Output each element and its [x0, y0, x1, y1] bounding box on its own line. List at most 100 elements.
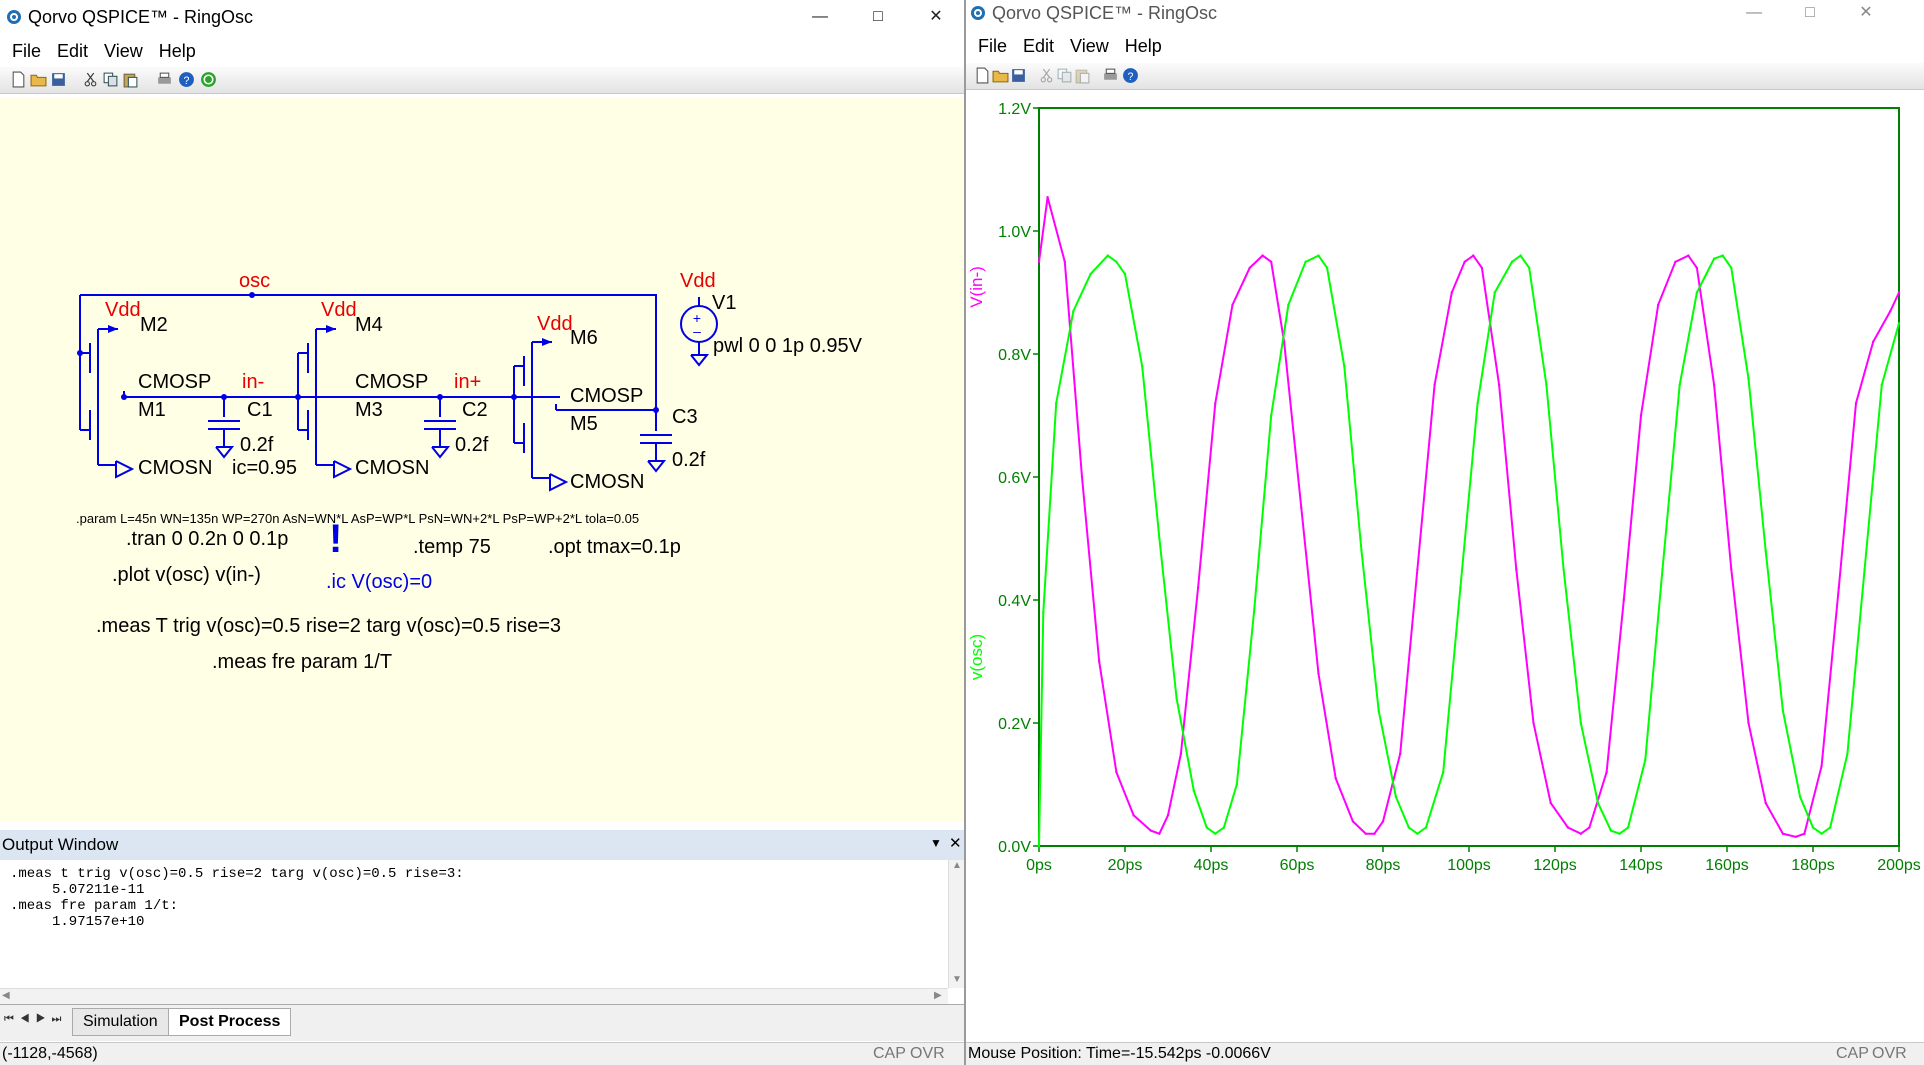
run-simulation-icon[interactable]: [200, 71, 217, 88]
maximize-button[interactable]: □: [850, 0, 906, 34]
series-point: [1300, 506, 1303, 509]
y-tick-label: 0.2V: [998, 716, 1031, 733]
output-horizontal-scrollbar[interactable]: ◀ ▶: [0, 988, 948, 1005]
menu-edit[interactable]: Edit: [49, 36, 96, 66]
series-point: [1872, 340, 1875, 343]
help-icon[interactable]: ?: [1122, 67, 1139, 84]
menu-help[interactable]: Help: [1117, 31, 1170, 61]
temp-directive: .temp 75: [413, 536, 491, 558]
scroll-up-icon[interactable]: ▲: [952, 860, 962, 871]
scroll-right-icon[interactable]: ▶: [934, 990, 942, 1001]
series-point: [1261, 254, 1264, 257]
cut-icon[interactable]: [82, 71, 99, 88]
series-point: [1179, 752, 1183, 755]
svg-text:?: ?: [184, 75, 190, 87]
print-icon[interactable]: [1102, 67, 1119, 84]
waveform-chart[interactable]: 0.0V 0.2V 0.4V 0.6V 0.8V 1.0V 1.2V 0ps 20ps 40ps 6…: [966, 97, 1924, 1042]
paste-icon[interactable]: [1074, 67, 1091, 84]
print-icon[interactable]: [156, 71, 173, 88]
series-point: [1678, 383, 1681, 386]
series-point: [1820, 764, 1823, 768]
open-folder-icon[interactable]: [30, 71, 47, 88]
series-point: [1343, 365, 1346, 368]
series-point: [1325, 266, 1329, 270]
copy-icon[interactable]: [102, 71, 119, 88]
caps-lock-indicator: CAP: [1836, 1045, 1869, 1062]
scroll-down-icon[interactable]: ▼: [952, 974, 962, 985]
ic-exclamation-icon: !: [329, 517, 343, 561]
waveform-plot-area[interactable]: 0.0V 0.2V 0.4V 0.6V 0.8V 1.0V 1.2V 0ps 20ps 40ps 6…: [966, 97, 1924, 1042]
series-point: [1123, 272, 1127, 276]
menu-bar: File Edit View Help: [966, 31, 1924, 61]
series-point: [1829, 826, 1832, 829]
output-tab-strip: ⏮◀▶⏭ Simulation Post Process: [0, 1004, 964, 1041]
maximize-button[interactable]: □: [1782, 0, 1838, 26]
schematic-canvas[interactable]: + – osc Vdd Vdd Vdd Vdd in- in+ M2 CMOSP…: [0, 97, 964, 822]
series-point: [1794, 835, 1797, 838]
output-line: .meas fre param 1/t:: [10, 898, 179, 914]
series-point: [1562, 568, 1565, 571]
m4-label: M4: [355, 314, 383, 336]
series-point: [1880, 383, 1883, 386]
series-point: [1764, 549, 1767, 552]
series-point: [1149, 829, 1152, 832]
series-point: [1566, 826, 1570, 829]
window-title: Qorvo QSPICE™ - RingOsc: [992, 3, 1218, 23]
series-point: [1222, 826, 1226, 829]
output-vertical-scrollbar[interactable]: ▲ ▼: [948, 860, 964, 988]
close-icon: ✕: [929, 8, 943, 25]
menu-edit[interactable]: Edit: [1015, 31, 1062, 61]
copy-icon[interactable]: [1056, 67, 1073, 84]
c1-label: C1: [247, 399, 273, 421]
save-icon[interactable]: [50, 71, 67, 88]
series-point: [1399, 752, 1402, 755]
series-point: [1214, 832, 1217, 835]
output-close-icon[interactable]: ✕: [949, 834, 962, 852]
m3-cmosn-label: CMOSN: [355, 457, 430, 479]
window-title: Qorvo QSPICE™ - RingOsc: [28, 7, 254, 27]
c3-label: C3: [672, 406, 698, 428]
svg-text:?: ?: [1128, 71, 1134, 83]
menu-file[interactable]: File: [4, 36, 49, 66]
net-label-in-plus: in+: [454, 371, 482, 393]
y-tick-label: 1.0V: [998, 224, 1031, 241]
tab-simulation[interactable]: Simulation: [72, 1008, 169, 1036]
caps-lock-indicator: CAP: [873, 1045, 906, 1062]
cut-icon[interactable]: [1038, 67, 1055, 84]
status-bar: Mouse Position: Time=-15.542ps -0.0066V …: [966, 1042, 1924, 1065]
series-point: [1605, 771, 1608, 774]
series-point: [1528, 266, 1531, 270]
new-file-icon[interactable]: [974, 67, 991, 84]
menu-view[interactable]: View: [96, 36, 151, 66]
series-point: [1820, 832, 1823, 835]
menu-file[interactable]: File: [970, 31, 1015, 61]
tab-navigation-icons[interactable]: ⏮◀▶⏭: [4, 1013, 67, 1026]
save-icon[interactable]: [1010, 67, 1027, 84]
scroll-left-icon[interactable]: ◀: [2, 990, 10, 1001]
output-window-text[interactable]: .meas t trig v(osc)=0.5 rise=2 targ v(os…: [0, 860, 950, 986]
v1-label: V1: [712, 292, 737, 314]
menu-view[interactable]: View: [1062, 31, 1117, 61]
series-point: [1863, 568, 1866, 571]
m1-cmosn-label: CMOSN: [138, 457, 213, 479]
output-dropdown-icon[interactable]: ▼: [930, 836, 942, 850]
help-icon[interactable]: ?: [178, 71, 195, 88]
open-folder-icon[interactable]: [992, 67, 1009, 84]
series-point: [1089, 272, 1092, 276]
close-button[interactable]: ✕: [908, 0, 964, 34]
m6-label: M6: [570, 327, 598, 349]
menu-help[interactable]: Help: [151, 36, 204, 66]
x-tick-label: 60ps: [1280, 857, 1315, 874]
minimize-button[interactable]: —: [1726, 0, 1782, 26]
series-point: [1493, 291, 1496, 294]
series-line-0: [1038, 196, 1900, 838]
vdd-label-m6: Vdd: [537, 313, 573, 335]
vdd-label-m4: Vdd: [321, 299, 357, 321]
series-point: [1304, 260, 1307, 263]
tab-post-process[interactable]: Post Process: [168, 1008, 292, 1036]
vdd-label-m2: Vdd: [105, 299, 141, 321]
paste-icon[interactable]: [122, 71, 139, 88]
minimize-button[interactable]: —: [792, 0, 848, 34]
new-file-icon[interactable]: [10, 71, 27, 88]
close-button[interactable]: ✕: [1838, 0, 1894, 26]
